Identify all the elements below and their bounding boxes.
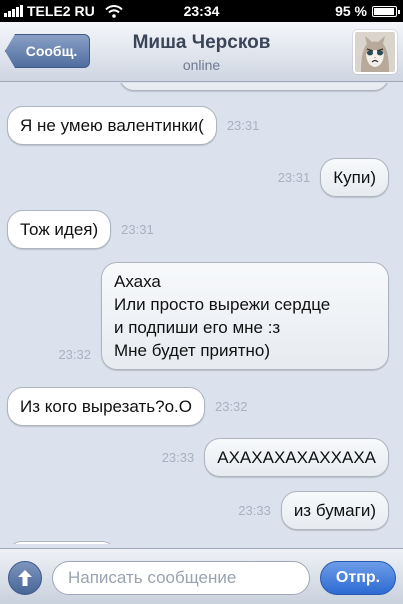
composer-bar: Отпр. [0, 548, 403, 604]
message-row: 23:33 АХАХАХАХАХХАХА [162, 438, 389, 477]
message-bubble-previous [119, 83, 389, 91]
message-bubble[interactable]: Я не умею валентинки( [7, 106, 217, 145]
message-row: 23:31 Купи) [278, 158, 389, 197]
message-time: 23:31 [226, 118, 260, 133]
message-list[interactable]: Я не умею валентинки( 23:31 23:31 Купи) … [0, 83, 403, 544]
message-row: Тож идея) 23:31 [7, 210, 154, 249]
message-row: Из кого вырезать?о.О 23:32 [7, 387, 248, 426]
message-time: 23:32 [214, 399, 248, 414]
cat-avatar-icon [355, 32, 395, 72]
contact-avatar[interactable] [353, 30, 397, 74]
message-row-previous [119, 83, 389, 91]
message-bubble[interactable]: Ахаха Или просто вырежи сердце и подпиши… [101, 262, 389, 370]
arrow-up-icon [18, 570, 32, 586]
message-bubble[interactable]: Купи) [320, 158, 389, 197]
message-time: 23:31 [121, 222, 154, 237]
message-bubble-next [7, 541, 117, 544]
nav-bar: Сообщ. Миша Черсков online [0, 22, 403, 82]
status-bar: TELE2 RU 23:34 95 % [0, 0, 403, 22]
battery-icon [372, 5, 400, 17]
send-button[interactable]: Отпр. [320, 561, 396, 595]
attach-button[interactable] [8, 561, 42, 595]
message-row: 23:33 из бумаги) [238, 491, 389, 530]
message-input[interactable] [52, 561, 310, 595]
message-time: 23:31 [277, 170, 311, 185]
message-row: 23:32 Ахаха Или просто вырежи сердце и п… [58, 262, 389, 370]
message-time: 23:33 [238, 503, 271, 518]
message-bubble[interactable]: Тож идея) [7, 210, 112, 249]
message-bubble[interactable]: Из кого вырезать?о.О [7, 387, 205, 426]
message-time: 23:33 [161, 450, 195, 465]
message-row-next [7, 541, 117, 544]
message-bubble[interactable]: АХАХАХАХАХХАХА [204, 438, 389, 477]
battery-percent: 95 % [335, 3, 367, 19]
contact-status: online [182, 57, 221, 73]
message-bubble[interactable]: из бумаги) [280, 491, 389, 530]
message-time: 23:32 [58, 347, 91, 362]
contact-name: Миша Черсков [132, 32, 271, 53]
message-row: Я не умею валентинки( 23:31 [7, 106, 259, 145]
